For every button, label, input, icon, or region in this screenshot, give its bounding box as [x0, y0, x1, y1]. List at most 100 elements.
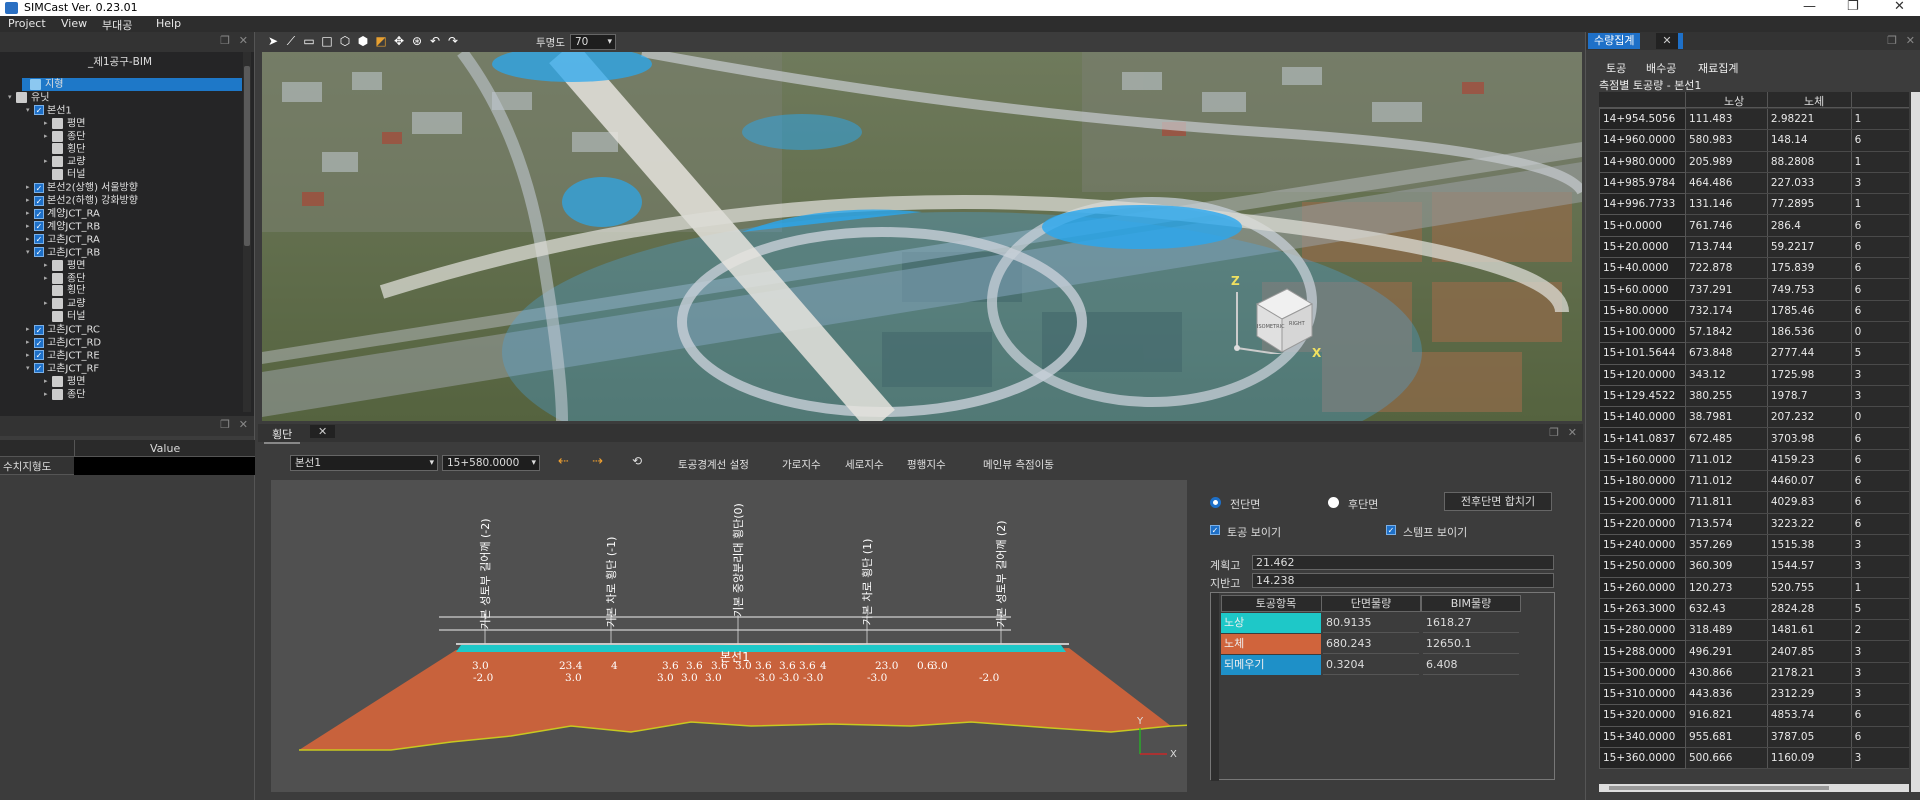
horizontal-scale-button[interactable]: 가로지수 — [782, 457, 821, 472]
table-row[interactable]: 15+60.0000 737.291 749.753 6 — [1599, 278, 1909, 301]
expand-arrow-icon[interactable]: ▸ — [44, 388, 52, 401]
tree-item[interactable]: ▾ ✓ 본선1 — [26, 104, 72, 117]
3d-viewport[interactable]: ISOMETRIC RIGHT Z X — [262, 52, 1582, 421]
expand-arrow-icon[interactable]: ▸ — [44, 272, 52, 285]
select-arrow-icon[interactable]: ➤ — [266, 34, 280, 48]
table-row[interactable]: 15+310.0000 443.836 2312.29 3 — [1599, 683, 1909, 706]
collapse-arrow-icon[interactable]: ▾ — [26, 104, 34, 117]
tree-item[interactable]: ▸ 교량 — [44, 297, 85, 310]
table-row[interactable]: 15+20.0000 713.744 59.2217 6 — [1599, 235, 1909, 259]
table-row[interactable]: 15+160.0000 711.012 4159.23 6 — [1599, 448, 1909, 472]
visibility-checkbox[interactable]: ✓ — [34, 195, 44, 206]
expand-arrow-icon[interactable]: ▸ — [44, 259, 52, 272]
expand-arrow-icon[interactable]: ▸ — [26, 220, 34, 233]
tree-item[interactable]: 터널 — [44, 168, 85, 181]
collapse-arrow-icon[interactable]: ▾ — [26, 362, 34, 375]
visibility-checkbox[interactable]: ✓ — [34, 247, 44, 258]
float-icon[interactable]: ❐ — [1887, 34, 1897, 47]
cross-section-canvas[interactable]: 본선1 기본 성토부 길어깨 (-2) 기본 차로 횡단 (-1) 기본 중앙분… — [271, 480, 1212, 792]
tab-cross-section[interactable]: 횡단 — [264, 426, 301, 444]
tree-item[interactable]: ▸ ✓ 계양JCT_RA — [26, 207, 100, 220]
table-row[interactable]: 15+260.0000 120.273 520.755 1 — [1599, 576, 1909, 599]
vertical-scale-button[interactable]: 세로지수 — [845, 457, 884, 472]
close-icon[interactable]: ✕ — [1894, 0, 1905, 14]
checkbox-stamp[interactable]: ✓ — [1386, 525, 1396, 535]
tree-item[interactable]: ▸ 교량 — [44, 155, 85, 168]
table-row[interactable]: 15+263.3000 632.43 2824.28 5 — [1599, 597, 1909, 621]
menu-help[interactable]: Help — [156, 17, 181, 30]
tree-item[interactable]: ▸ ✓ 고촌JCT_RC — [26, 323, 100, 336]
visibility-checkbox[interactable]: ✓ — [34, 337, 44, 348]
station-dropdown[interactable]: 15+580.0000 — [442, 455, 540, 471]
table-row[interactable]: 15+220.0000 713.574 3223.22 6 — [1599, 512, 1909, 535]
collapse-arrow-icon[interactable]: ▾ — [26, 246, 34, 259]
menu-view[interactable]: View — [61, 17, 87, 30]
expand-arrow-icon[interactable]: ▸ — [44, 130, 52, 143]
tree-item[interactable]: ▸ ✓ 계양JCT_RB — [26, 220, 100, 233]
tree-item[interactable]: ▸ ✓ 고촌JCT_RD — [26, 336, 101, 349]
float-icon[interactable]: ❐ — [220, 418, 230, 431]
tree-item[interactable]: ▸ 종단 — [44, 388, 85, 401]
refresh-icon[interactable]: ⟲ — [632, 454, 642, 468]
table-row[interactable]: 15+200.0000 711.811 4029.83 6 — [1599, 491, 1909, 514]
tree-item[interactable]: ▸ 종단 — [44, 130, 85, 143]
tree-item[interactable]: ▸ 종단 — [44, 272, 85, 285]
measure-line-icon[interactable]: ⟋ — [284, 34, 298, 48]
visibility-checkbox[interactable]: ✓ — [34, 324, 44, 335]
expand-arrow-icon[interactable]: ▸ — [26, 207, 34, 220]
next-station-icon[interactable]: ⇢ — [592, 454, 603, 469]
visibility-checkbox[interactable]: ✓ — [34, 208, 44, 219]
table-row[interactable]: 15+280.0000 318.489 1481.61 2 — [1599, 619, 1909, 642]
table-row[interactable]: 15+250.0000 360.309 1544.57 3 — [1599, 555, 1909, 578]
table-row[interactable]: 15+40.0000 722.878 175.839 6 — [1599, 257, 1909, 280]
alignment-dropdown[interactable]: 본선1 — [290, 455, 438, 471]
pan-icon[interactable]: ✥ — [392, 34, 406, 48]
orbit-icon[interactable]: ⊛ — [410, 34, 424, 48]
table-row[interactable]: 15+288.0000 496.291 2407.85 3 — [1599, 640, 1909, 663]
expand-arrow-icon[interactable]: ▸ — [26, 336, 34, 349]
table-row[interactable]: 15+100.0000 57.1842 186.536 0 — [1599, 320, 1909, 344]
opacity-dropdown[interactable]: 70 — [570, 34, 616, 50]
expand-arrow-icon[interactable]: ▸ — [44, 117, 52, 130]
table-row[interactable]: 15+0.0000 761.746 286.4 6 — [1599, 214, 1909, 237]
table-row[interactable]: 15+360.0000 500.666 1160.09 3 — [1599, 746, 1909, 770]
menu-project[interactable]: Project — [8, 17, 46, 30]
subtab-materials[interactable]: 재료집계 — [1698, 60, 1738, 76]
menu-buddaegong[interactable]: 부대공 — [102, 17, 132, 33]
tree-item[interactable]: ▸ ✓ 본선2(상행) 서울방향 — [26, 181, 138, 194]
props-row[interactable]: 수치지형도 — [0, 457, 255, 475]
close-panel-icon[interactable]: ✕ — [1568, 426, 1577, 439]
table-row[interactable]: 14+985.9784 464.486 227.033 3 — [1599, 171, 1909, 195]
plan-height-field[interactable]: 21.462 — [1252, 555, 1554, 570]
radio-after-section[interactable] — [1328, 497, 1339, 508]
expand-arrow-icon[interactable]: ▸ — [26, 194, 34, 207]
visibility-checkbox[interactable]: ✓ — [34, 350, 44, 361]
table-row[interactable]: 15+140.0000 38.7981 207.232 0 — [1599, 406, 1909, 429]
expand-arrow-icon[interactable]: ▸ — [26, 323, 34, 336]
close-panel-icon[interactable]: ✕ — [239, 34, 248, 47]
table-row[interactable]: 14+996.7733 131.146 77.2895 1 — [1599, 193, 1909, 216]
cube-view-icon[interactable]: ⬡ — [338, 34, 352, 48]
parallel-scale-button[interactable]: 평행지수 — [907, 457, 946, 472]
tab-quantities[interactable]: 수량집계 — [1588, 33, 1641, 49]
visibility-checkbox[interactable]: ✓ — [34, 182, 44, 193]
table-row[interactable]: 15+129.4522 380.255 1978.7 3 — [1599, 384, 1909, 408]
float-icon[interactable]: ❐ — [1549, 426, 1559, 439]
table-row[interactable]: 15+120.0000 343.12 1725.98 3 — [1599, 363, 1909, 386]
table-row[interactable]: 14+954.5056 111.483 2.98221 1 — [1599, 107, 1909, 131]
subtab-earthwork[interactable]: 토공 — [1606, 60, 1626, 76]
table-row[interactable]: 14+980.0000 205.989 88.2808 1 — [1599, 150, 1909, 173]
tree-scrollbar[interactable] — [243, 52, 251, 412]
view-cube[interactable]: ISOMETRIC RIGHT Z X — [1227, 274, 1337, 360]
minimize-icon[interactable]: — — [1803, 0, 1816, 14]
redo-icon[interactable]: ↷ — [446, 34, 460, 48]
table-row[interactable]: 15+141.0837 672.485 3703.98 6 — [1599, 427, 1909, 450]
tab-close-icon[interactable]: ✕ — [310, 425, 336, 438]
visibility-checkbox[interactable]: ✓ — [34, 221, 44, 232]
visibility-checkbox[interactable]: ✓ — [34, 363, 44, 374]
tree-item[interactable]: ▸ ✓ 고촌JCT_RE — [26, 349, 100, 362]
table-row[interactable]: 15+80.0000 732.174 1785.46 6 — [1599, 299, 1909, 322]
box-select-icon[interactable]: □ — [320, 34, 334, 48]
tree-item[interactable]: ▾ 유닛 — [8, 91, 49, 104]
expand-arrow-icon[interactable]: ▸ — [26, 181, 34, 194]
